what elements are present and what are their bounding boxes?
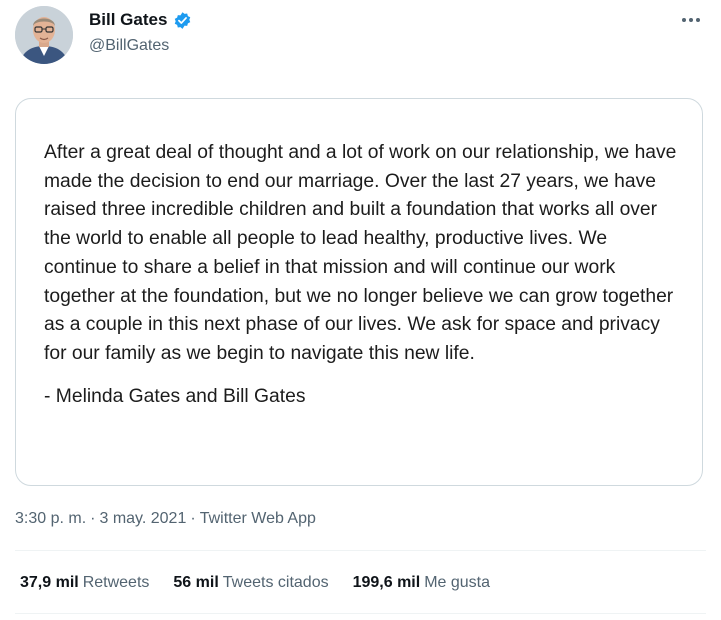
author-display-name[interactable]: Bill Gates: [89, 10, 167, 30]
likes-count: 199,6 mil: [352, 574, 421, 591]
more-options-icon: [682, 18, 700, 22]
quote-tweets-count: 56 mil: [173, 574, 219, 591]
avatar[interactable]: [15, 6, 73, 64]
retweets-stat[interactable]: 37,9 mil Retweets: [20, 574, 149, 592]
verified-badge-icon: [173, 11, 192, 30]
meta-separator: ·: [90, 510, 96, 527]
divider: [15, 550, 706, 551]
statement-body: After a great deal of thought and a lot …: [44, 139, 684, 411]
avatar-photo: [15, 6, 73, 64]
quote-tweets-label: Tweets citados: [222, 574, 329, 591]
more-options-button[interactable]: [679, 8, 703, 32]
likes-stat[interactable]: 199,6 mil Me gusta: [353, 574, 490, 592]
retweets-label: Retweets: [82, 574, 150, 591]
tweet-date[interactable]: 3 may. 2021: [99, 510, 186, 528]
meta-separator: ·: [190, 510, 196, 527]
statement-text: After a great deal of thought and a lot …: [44, 142, 677, 364]
statement-signature: - Melinda Gates and Bill Gates: [44, 385, 306, 407]
author-handle[interactable]: @BillGates: [89, 37, 169, 55]
tweet-source[interactable]: Twitter Web App: [200, 510, 316, 528]
engagement-stats: 37,9 mil Retweets 56 mil Tweets citados …: [20, 574, 490, 592]
author-name-row: Bill Gates: [89, 10, 192, 30]
likes-label: Me gusta: [424, 574, 491, 591]
statement-image-card[interactable]: After a great deal of thought and a lot …: [15, 98, 703, 486]
retweets-count: 37,9 mil: [20, 574, 79, 591]
quote-tweets-stat[interactable]: 56 mil Tweets citados: [173, 574, 328, 592]
tweet-time[interactable]: 3:30 p. m.: [15, 510, 86, 528]
tweet-meta: 3:30 p. m. · 3 may. 2021 · Twitter Web A…: [15, 510, 316, 528]
divider: [15, 613, 706, 614]
